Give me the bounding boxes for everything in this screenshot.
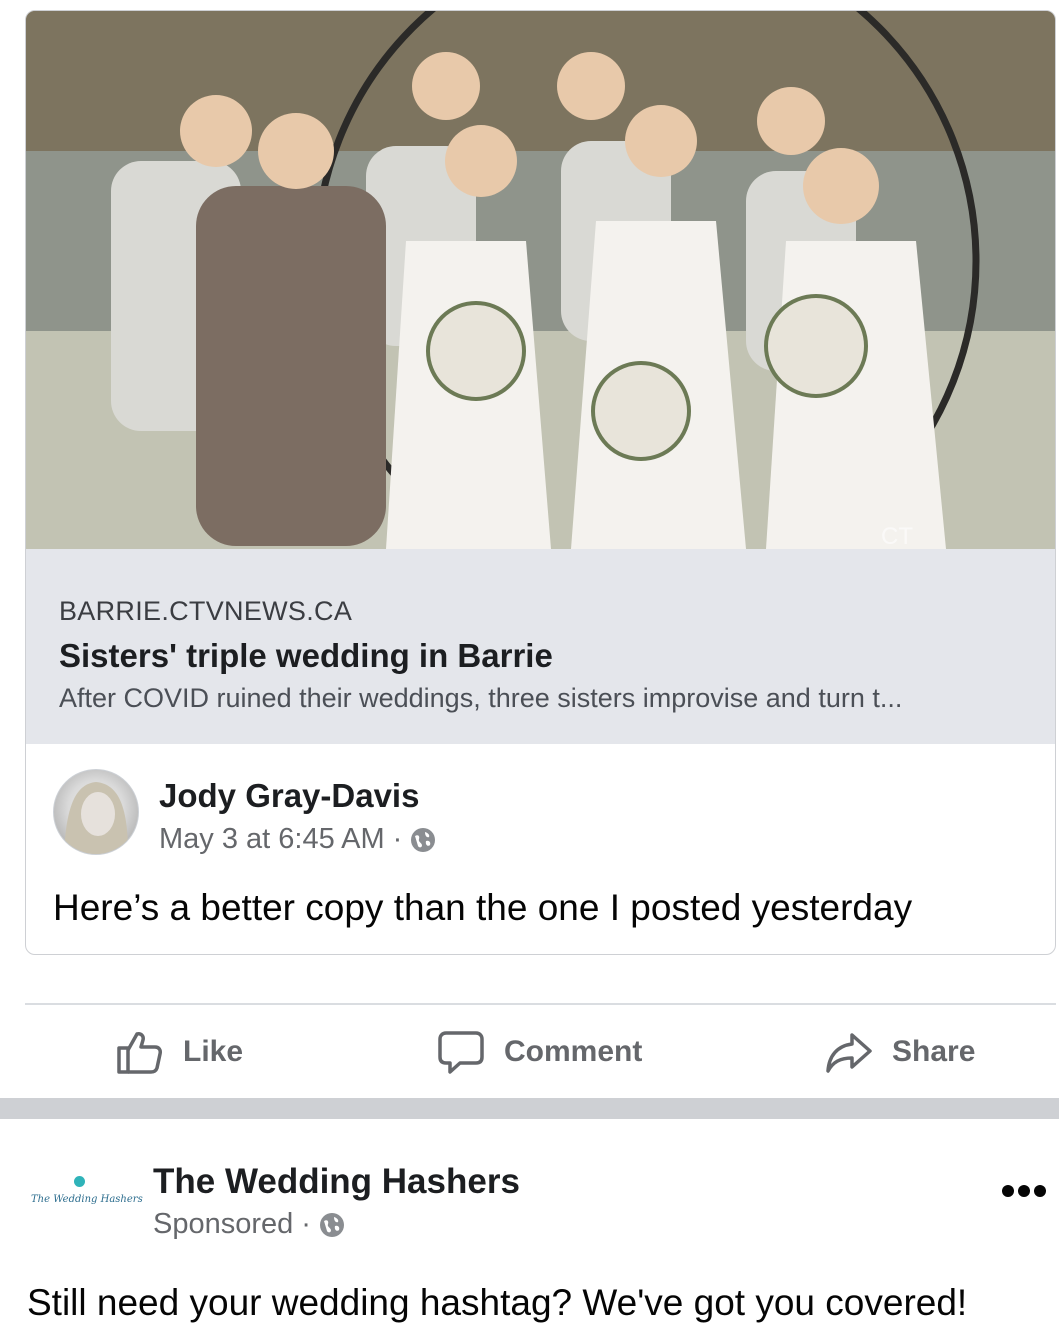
wedding-photo: CT: [26, 11, 1055, 549]
sponsored-post-header: The Wedding Hashers The Wedding Hashers …: [0, 1150, 1059, 1260]
comment-label: Comment: [504, 1035, 643, 1068]
author-name[interactable]: Jody Gray-Davis: [159, 777, 419, 815]
share-button[interactable]: Share: [826, 1025, 975, 1079]
post-timestamp[interactable]: May 3 at 6:45 AM: [159, 823, 385, 856]
shared-post-header: Jody Gray-Davis May 3 at 6:45 AM ·: [53, 769, 953, 859]
link-preview-image[interactable]: CT: [26, 11, 1055, 549]
link-description: After COVID ruined their weddings, three…: [59, 683, 903, 713]
meta-separator: ·: [392, 823, 403, 855]
avatar[interactable]: [53, 769, 139, 855]
logo-dot-icon: [74, 1176, 85, 1187]
share-label: Share: [892, 1035, 976, 1068]
page-logo-text: The Wedding Hashers: [31, 1194, 143, 1205]
comment-icon: [438, 1031, 484, 1074]
meta-separator: ·: [301, 1208, 311, 1240]
feed-separator: [0, 1098, 1059, 1119]
like-label: Like: [183, 1035, 244, 1068]
thumbs-up-icon: [117, 1032, 162, 1074]
image-watermark: CT: [881, 523, 913, 549]
post-meta: May 3 at 6:45 AM ·: [159, 823, 436, 856]
globe-icon: [410, 827, 436, 853]
comment-button[interactable]: Comment: [438, 1025, 642, 1079]
share-arrow-icon: [826, 1033, 872, 1073]
action-bar: Like Comment Share: [0, 1005, 1059, 1098]
link-preview[interactable]: BARRIE.CTVNEWS.CA Sisters' triple weddin…: [26, 549, 1055, 744]
globe-icon: [319, 1212, 345, 1238]
page-name[interactable]: The Wedding Hashers: [153, 1162, 520, 1202]
like-button[interactable]: Like: [115, 1025, 243, 1079]
sponsored-post-text: Still need your wedding hashtag? We've g…: [27, 1282, 968, 1323]
sponsored-meta: Sponsored ·: [153, 1208, 345, 1241]
sponsored-label[interactable]: Sponsored: [153, 1208, 293, 1241]
shared-post-card[interactable]: CT BARRIE.CTVNEWS.CA Sisters' triple wed…: [25, 10, 1056, 955]
page-logo[interactable]: The Wedding Hashers: [25, 1168, 143, 1228]
link-domain: BARRIE.CTVNEWS.CA: [59, 596, 353, 626]
more-options-icon[interactable]: [1000, 1180, 1048, 1202]
link-title[interactable]: Sisters' triple wedding in Barrie: [59, 635, 1055, 677]
shared-post-text: Here’s a better copy than the one I post…: [53, 887, 913, 928]
